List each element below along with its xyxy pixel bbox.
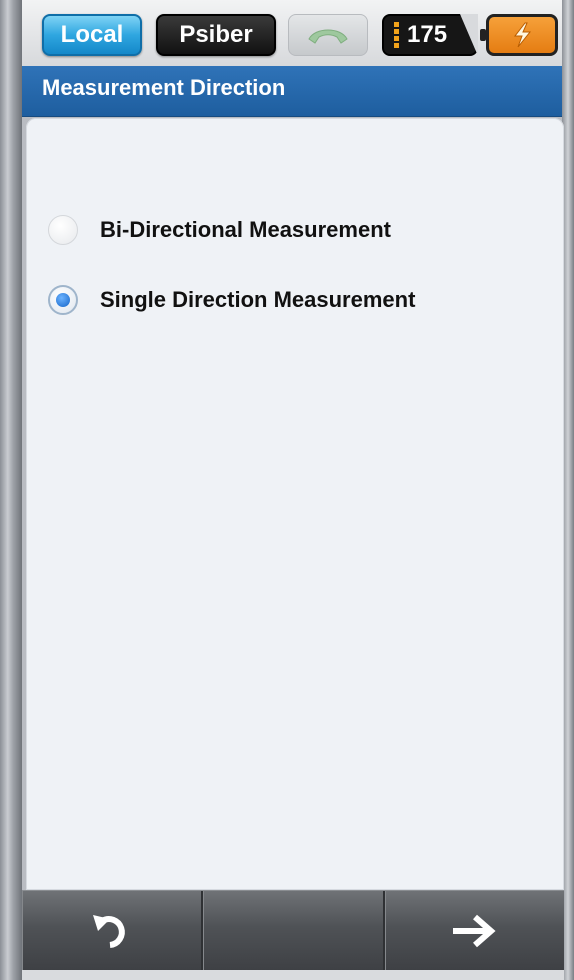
local-button[interactable]: Local <box>42 14 142 56</box>
right-arrow-icon <box>453 914 496 948</box>
battery-charging-icon <box>513 22 532 48</box>
device-frame-bottom <box>22 970 564 980</box>
option-label-bi-directional: Bi-Directional Measurement <box>100 217 391 242</box>
title-bar: Measurement Direction <box>22 66 562 117</box>
option-bi-directional[interactable]: Bi-Directional Measurement <box>48 210 391 250</box>
battery-tip <box>480 29 486 41</box>
page-title: Measurement Direction <box>42 75 286 100</box>
option-single-direction[interactable]: Single Direction Measurement <box>48 280 415 320</box>
badge-notch <box>460 14 478 56</box>
psiber-button-label: Psiber <box>179 21 253 48</box>
radio-button-bi-directional[interactable] <box>48 215 78 245</box>
radio-button-single-direction[interactable] <box>48 285 78 315</box>
signal-level-badge: 175 <box>382 14 478 56</box>
back-button[interactable] <box>22 891 204 971</box>
status-bar: Local Psiber 175 <box>22 0 562 67</box>
phone-handset-icon <box>308 29 348 44</box>
undo-arrow-icon <box>92 915 125 948</box>
radio-selected-dot <box>56 293 70 307</box>
device-frame-left <box>0 0 22 980</box>
battery-indicator <box>480 14 558 56</box>
local-button-label: Local <box>60 21 124 48</box>
phone-button[interactable] <box>288 14 368 56</box>
psiber-button[interactable]: Psiber <box>156 14 276 56</box>
content-panel: Bi-Directional Measurement Single Direct… <box>26 118 564 890</box>
bottom-nav-bar <box>22 890 564 971</box>
middle-nav-button[interactable] <box>203 891 385 971</box>
next-button[interactable] <box>385 891 564 971</box>
option-label-single-direction: Single Direction Measurement <box>100 287 416 312</box>
signal-level-value: 175 <box>407 21 448 48</box>
signal-bars-icon <box>394 22 399 48</box>
